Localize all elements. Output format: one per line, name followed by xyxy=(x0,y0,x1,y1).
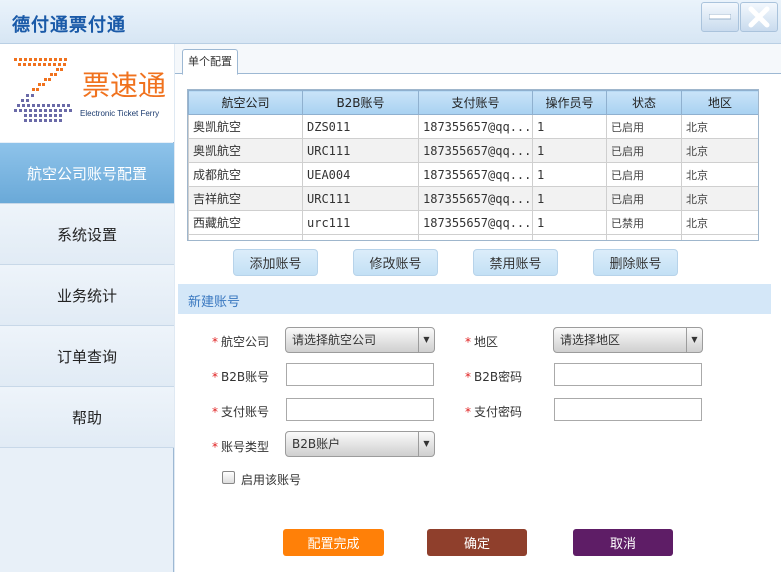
add-account-button[interactable]: 添加账号 xyxy=(233,249,318,276)
cell-b2b-account: DZS011 xyxy=(302,114,419,139)
sidebar-item-business-stats[interactable]: 业务统计 xyxy=(0,265,174,326)
cell-operator: 1 xyxy=(532,186,607,211)
cell-pay-account: 187355657@qq... xyxy=(418,186,533,211)
table-row[interactable]: 西藏航空 urc111 187355657@qq... 1 已禁用 北京 xyxy=(188,210,758,235)
chevron-down-icon: ▼ xyxy=(418,432,434,456)
cell-region: 北京 xyxy=(681,210,758,235)
cell-pay-account: 187355657@qq... xyxy=(418,162,533,187)
minimize-button[interactable] xyxy=(701,2,739,32)
app-title: 德付通票付通 xyxy=(12,15,126,36)
cell-airline: 成都航空 xyxy=(188,162,303,187)
new-account-section-header: 新建账号 xyxy=(178,284,771,314)
cell-status: 已启用 xyxy=(606,114,682,139)
b2b-password-label: * B2B密码 xyxy=(465,370,523,384)
b2b-account-input[interactable] xyxy=(286,363,434,386)
airline-label: * 航空公司 xyxy=(212,335,270,349)
logo-mark-icon xyxy=(14,58,72,122)
pay-password-label: * 支付密码 xyxy=(465,405,523,419)
b2b-password-input[interactable] xyxy=(554,363,702,386)
column-header[interactable]: 状态 xyxy=(606,90,682,115)
accounts-table: 航空公司 B2B账号 支付账号 操作员号 状态 地区 奥凯航空 DZS011 1… xyxy=(187,89,759,241)
cell-operator: 1 xyxy=(532,138,607,163)
table-row-empty xyxy=(188,234,758,240)
cell-airline: 西藏航空 xyxy=(188,210,303,235)
cell-region: 北京 xyxy=(681,138,758,163)
logo-name: 票速通 xyxy=(82,69,167,102)
account-type-label: * 账号类型 xyxy=(212,440,270,454)
cell-airline: 吉祥航空 xyxy=(188,186,303,211)
column-header[interactable]: 支付账号 xyxy=(418,90,533,115)
column-header[interactable]: 航空公司 xyxy=(188,90,303,115)
cell-status: 已禁用 xyxy=(606,210,682,235)
sidebar-item-order-query[interactable]: 订单查询 xyxy=(0,326,174,387)
tab-bar: 单个配置 xyxy=(175,44,781,75)
cell-pay-account: 187355657@qq... xyxy=(418,114,533,139)
table-row[interactable]: 成都航空 UEA004 187355657@qq... 1 已启用 北京 xyxy=(188,162,758,187)
cell-region: 北京 xyxy=(681,186,758,211)
cell-airline: 奥凯航空 xyxy=(188,138,303,163)
sidebar: 票速通 Electronic Ticket Ferry 航空公司账号配置 系统设… xyxy=(0,44,174,572)
pay-account-input[interactable] xyxy=(286,398,434,421)
cell-airline: 奥凯航空 xyxy=(188,114,303,139)
sidebar-item-airline-accounts[interactable]: 航空公司账号配置 xyxy=(0,143,174,204)
cancel-button[interactable]: 取消 xyxy=(573,529,673,556)
enable-account-label: 启用该账号 xyxy=(241,473,302,487)
b2b-account-label: * B2B账号 xyxy=(212,370,270,384)
confirm-button[interactable]: 确定 xyxy=(427,529,527,556)
table-row[interactable]: 奥凯航空 URC111 187355657@qq... 1 已启用 北京 xyxy=(188,138,758,163)
cell-operator: 1 xyxy=(532,114,607,139)
cell-region: 北京 xyxy=(681,114,758,139)
sidebar-item-system-settings[interactable]: 系统设置 xyxy=(0,204,174,265)
table-row[interactable]: 奥凯航空 DZS011 187355657@qq... 1 已启用 北京 xyxy=(188,114,758,139)
account-type-select[interactable]: B2B账户 ▼ xyxy=(285,431,435,457)
region-label: * 地区 xyxy=(465,335,499,349)
airline-select[interactable]: 请选择航空公司 ▼ xyxy=(285,327,435,353)
column-header[interactable]: B2B账号 xyxy=(302,90,419,115)
cell-pay-account: 187355657@qq... xyxy=(418,210,533,235)
cell-b2b-account: UEA004 xyxy=(302,162,419,187)
section-title: 新建账号 xyxy=(188,295,241,310)
cell-status: 已启用 xyxy=(606,186,682,211)
table-row[interactable]: 吉祥航空 URC111 187355657@qq... 1 已启用 北京 xyxy=(188,186,758,211)
cell-pay-account: 187355657@qq... xyxy=(418,138,533,163)
disable-account-button[interactable]: 禁用账号 xyxy=(473,249,558,276)
cell-b2b-account: URC111 xyxy=(302,186,419,211)
cell-status: 已启用 xyxy=(606,162,682,187)
region-select[interactable]: 请选择地区 ▼ xyxy=(553,327,703,353)
delete-account-button[interactable]: 删除账号 xyxy=(593,249,678,276)
logo-subtitle: Electronic Ticket Ferry xyxy=(80,109,160,118)
edit-account-button[interactable]: 修改账号 xyxy=(353,249,438,276)
cell-b2b-account: urc111 xyxy=(302,210,419,235)
sidebar-item-help[interactable]: 帮助 xyxy=(0,387,174,448)
pay-account-label: * 支付账号 xyxy=(212,405,270,419)
tab-single-config[interactable]: 单个配置 xyxy=(182,49,238,75)
cell-operator: 1 xyxy=(532,210,607,235)
chevron-down-icon: ▼ xyxy=(686,328,702,352)
logo: 票速通 Electronic Ticket Ferry xyxy=(0,44,174,142)
cell-status: 已启用 xyxy=(606,138,682,163)
close-icon xyxy=(748,6,770,28)
column-header[interactable]: 操作员号 xyxy=(532,90,607,115)
cell-region: 北京 xyxy=(681,162,758,187)
main-content: 单个配置 航空公司 B2B账号 支付账号 操作员号 状态 地区 奥凯航空 DZS… xyxy=(175,44,781,572)
title-bar: 德付通票付通 xyxy=(0,0,781,44)
cell-b2b-account: URC111 xyxy=(302,138,419,163)
close-button[interactable] xyxy=(740,2,778,32)
chevron-down-icon: ▼ xyxy=(418,328,434,352)
configure-done-button[interactable]: 配置完成 xyxy=(283,529,384,556)
enable-account-checkbox[interactable] xyxy=(222,471,235,484)
column-header[interactable]: 地区 xyxy=(681,90,758,115)
pay-password-input[interactable] xyxy=(554,398,702,421)
table-header-row: 航空公司 B2B账号 支付账号 操作员号 状态 地区 xyxy=(188,90,758,115)
minimize-icon xyxy=(709,14,731,20)
cell-operator: 1 xyxy=(532,162,607,187)
